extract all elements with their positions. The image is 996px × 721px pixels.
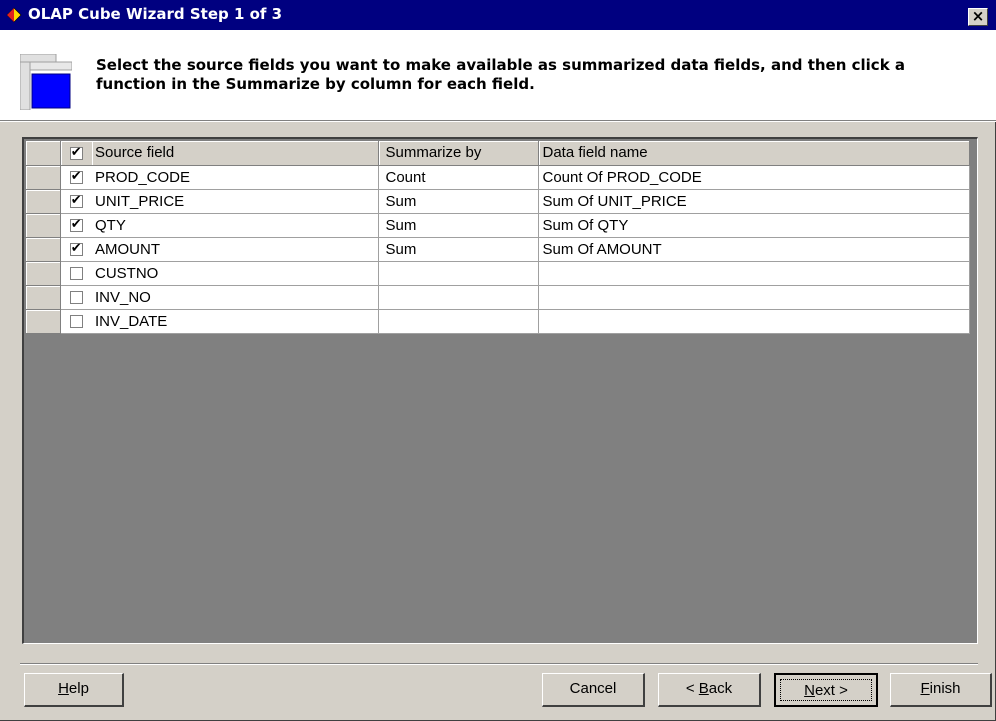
data-field-name-cell[interactable] <box>538 309 970 334</box>
summarize-by-cell[interactable] <box>378 309 539 334</box>
summarize-by-cell[interactable] <box>378 261 539 286</box>
fields-table: Source field Summarize by Data field nam… <box>26 141 970 334</box>
summarize-by-cell[interactable]: Sum <box>378 237 539 262</box>
data-field-name-cell[interactable]: Sum Of UNIT_PRICE <box>538 189 970 214</box>
source-field-cell[interactable]: INV_DATE <box>92 309 379 334</box>
row-header[interactable] <box>26 237 61 262</box>
window-title: OLAP Cube Wizard Step 1 of 3 <box>28 5 283 23</box>
close-button[interactable]: × <box>968 8 988 26</box>
summarize-by-cell[interactable]: Count <box>378 165 539 190</box>
field-checkbox[interactable] <box>69 291 83 305</box>
source-field-cell[interactable]: CUSTNO <box>92 261 379 286</box>
olap-cube-wizard-dialog: OLAP Cube Wizard Step 1 of 3 × Select th… <box>0 0 996 721</box>
table-row: QTY Sum Sum Of QTY <box>26 213 970 238</box>
finish-button[interactable]: Finish <box>890 673 992 707</box>
table-row: INV_NO <box>26 285 970 310</box>
olap-cube-icon <box>6 7 22 23</box>
field-checkbox-cell <box>60 261 92 286</box>
field-checkbox-cell <box>60 285 92 310</box>
row-header[interactable] <box>26 213 61 238</box>
table-row: AMOUNT Sum Sum Of AMOUNT <box>26 237 970 262</box>
fields-grid: Source field Summarize by Data field nam… <box>22 137 978 644</box>
row-header-corner <box>26 141 61 166</box>
header-divider <box>0 120 996 122</box>
next-button[interactable]: Next > <box>774 673 878 707</box>
title-bar: OLAP Cube Wizard Step 1 of 3 × <box>0 0 996 30</box>
back-button[interactable]: < Back <box>658 673 761 707</box>
data-field-name-cell[interactable]: Sum Of QTY <box>538 213 970 238</box>
row-header[interactable] <box>26 189 61 214</box>
column-header-data-field-name[interactable]: Data field name <box>538 141 970 166</box>
source-field-cell[interactable]: PROD_CODE <box>92 165 379 190</box>
help-button[interactable]: Help <box>24 673 124 707</box>
table-row: UNIT_PRICE Sum Sum Of UNIT_PRICE <box>26 189 970 214</box>
table-row: INV_DATE <box>26 309 970 334</box>
field-checkbox-cell <box>60 237 92 262</box>
select-all-checkbox[interactable] <box>69 145 83 160</box>
source-field-cell[interactable]: AMOUNT <box>92 237 379 262</box>
column-header-summarize-by[interactable]: Summarize by <box>378 141 539 166</box>
data-field-name-cell[interactable] <box>538 261 970 286</box>
data-field-name-cell[interactable] <box>538 285 970 310</box>
source-field-cell[interactable]: QTY <box>92 213 379 238</box>
row-header[interactable] <box>26 261 61 286</box>
wizard-header: Select the source fields you want to mak… <box>0 30 996 120</box>
next-button-label: Next > <box>780 679 872 701</box>
source-field-cell[interactable]: UNIT_PRICE <box>92 189 379 214</box>
field-checkbox[interactable] <box>69 315 83 329</box>
field-checkbox-cell <box>60 189 92 214</box>
row-header[interactable] <box>26 309 61 334</box>
field-checkbox[interactable] <box>69 217 83 233</box>
field-checkbox[interactable] <box>69 193 83 209</box>
grid-header-row: Source field Summarize by Data field nam… <box>26 141 970 166</box>
field-checkbox-cell <box>60 309 92 334</box>
row-header[interactable] <box>26 165 61 190</box>
row-header[interactable] <box>26 285 61 310</box>
data-field-name-cell[interactable]: Sum Of AMOUNT <box>538 237 970 262</box>
table-row: CUSTNO <box>26 261 970 286</box>
column-header-source-field[interactable]: Source field <box>92 141 379 166</box>
select-all-cell <box>60 141 92 166</box>
field-checkbox[interactable] <box>69 169 83 185</box>
summarize-by-cell[interactable] <box>378 285 539 310</box>
cancel-button[interactable]: Cancel <box>542 673 645 707</box>
footer-divider <box>20 663 978 665</box>
source-field-cell[interactable]: INV_NO <box>92 285 379 310</box>
summarize-by-cell[interactable]: Sum <box>378 213 539 238</box>
field-checkbox[interactable] <box>69 241 83 257</box>
field-checkbox[interactable] <box>69 267 83 281</box>
field-checkbox-cell <box>60 165 92 190</box>
instructions-text: Select the source fields you want to mak… <box>96 56 906 93</box>
summarize-by-cell[interactable]: Sum <box>378 189 539 214</box>
table-row: PROD_CODE Count Count Of PROD_CODE <box>26 165 970 190</box>
field-checkbox-cell <box>60 213 92 238</box>
data-field-name-cell[interactable]: Count Of PROD_CODE <box>538 165 970 190</box>
wizard-layout-icon <box>20 54 72 110</box>
